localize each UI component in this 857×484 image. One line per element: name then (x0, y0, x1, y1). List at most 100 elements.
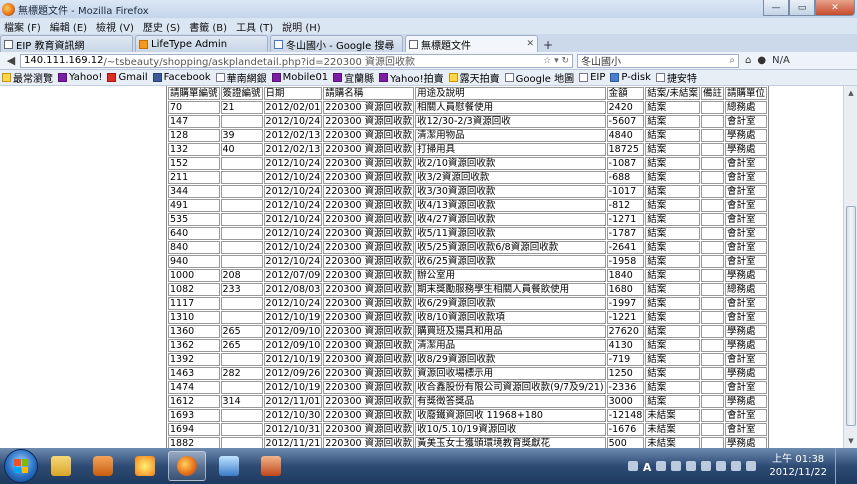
bookmark-hua-nan-bank[interactable]: 華南網銀 (215, 70, 267, 85)
input-icon[interactable] (656, 461, 667, 471)
window-controls: — ▭ ✕ (763, 0, 855, 16)
cell-voucher-number (220, 199, 263, 212)
table-row: 840 2012/10/24 220300 資源回收款 收5/25資源回收款6/8資源… (168, 241, 768, 254)
bookmark-mobile01[interactable]: Mobile01 (271, 72, 328, 83)
search-input[interactable]: 冬山國小 ⌕ (577, 53, 739, 68)
menu-help[interactable]: 說明 (H) (282, 19, 321, 34)
cell-date: 2012/09/10 (263, 325, 323, 338)
tab-google-search[interactable]: 冬山國小 - Google 搜尋 (270, 35, 403, 52)
tab-close-icon[interactable]: ✕ (526, 39, 534, 49)
display-icon[interactable] (716, 461, 727, 471)
table-row: 132 40 2012/02/13 220300 資源回收款 打掃用具 18725 結案 學務… (168, 143, 768, 156)
cell-voucher-number: 40 (220, 143, 263, 156)
back-button[interactable]: ◀ (2, 53, 20, 69)
cell-note (701, 227, 725, 240)
table-row: 1693 2012/10/30 220300 資源回收款 收廢鐵資源回收 11968+… (168, 409, 768, 422)
show-desktop-button[interactable] (835, 448, 847, 484)
menu-bookmarks[interactable]: 書籤 (B) (189, 19, 227, 34)
bookmark-p-disk[interactable]: P-disk (610, 72, 651, 83)
vertical-scrollbar[interactable]: ▲ ▼ (843, 86, 857, 448)
scroll-thumb[interactable] (846, 206, 856, 426)
navigation-bar: ◀ 140.111.169.12 /~tsbeauty/shopping/ask… (0, 52, 857, 70)
cell-note (701, 339, 725, 352)
bookmark-eip[interactable]: EIP (579, 72, 605, 83)
bookmark-yahoo-auction[interactable]: Yahoo!拍賣 (379, 70, 444, 85)
clock[interactable]: 上午 01:38 2012/11/22 (769, 453, 827, 479)
taskbar-explorer[interactable] (42, 451, 80, 481)
url-bar[interactable]: 140.111.169.12 /~tsbeauty/shopping/askpl… (20, 53, 573, 68)
tab-lifetype[interactable]: LifeType Admin (135, 35, 268, 52)
scroll-up-arrow-icon[interactable]: ▲ (845, 87, 857, 99)
tab-eip[interactable]: EIP 教育資訊網 (0, 35, 133, 52)
scroll-down-arrow-icon[interactable]: ▼ (845, 435, 857, 447)
new-tab-button[interactable]: + (540, 37, 556, 52)
cell-status: 結案 (645, 367, 700, 380)
bookmark-yilan[interactable]: 宜蘭縣 (333, 70, 374, 85)
cell-description: 購買班及揚具和用品 (415, 325, 606, 338)
menu-view[interactable]: 檢視 (V) (96, 19, 134, 34)
menu-file[interactable]: 檔案 (F) (4, 19, 41, 34)
cell-voucher-number (220, 241, 263, 254)
cell-description: 收5/25資源回收款6/8資源回收款 (415, 241, 606, 254)
cell-date: 2012/11/01 (263, 395, 323, 408)
column-header: 請購名稱 (323, 87, 415, 100)
menu-tools[interactable]: 工具 (T) (236, 19, 273, 34)
cell-description: 收12/30-2/3資源回收 (415, 115, 606, 128)
tab-bar: EIP 教育資訊網 LifeType Admin 冬山國小 - Google 搜… (0, 34, 857, 52)
bookmark-facebook[interactable]: Facebook (152, 72, 211, 83)
settings-icon[interactable] (671, 461, 682, 471)
network-icon[interactable] (731, 461, 742, 471)
cell-order-number: 1310 (168, 311, 220, 324)
reload-icon[interactable]: ☆ ▾ ↻ (543, 56, 569, 66)
ime-mode-label[interactable]: A (643, 461, 652, 474)
menu-history[interactable]: 歷史 (S) (143, 19, 180, 34)
bookmark-google-maps[interactable]: Google 地圖 (504, 70, 574, 85)
cell-voucher-number (220, 381, 263, 394)
cell-amount: -688 (606, 171, 645, 184)
home-icon[interactable]: ⌂ (745, 55, 751, 66)
addon-icon[interactable]: ● (757, 55, 766, 66)
cell-amount: 4840 (606, 129, 645, 142)
search-icon[interactable]: ⌕ (729, 55, 735, 66)
menu-edit[interactable]: 編輯 (E) (50, 19, 87, 34)
taskbar-media-player[interactable] (84, 451, 122, 481)
taskbar-powerpoint[interactable] (252, 451, 290, 481)
system-tray: A 上午 01:38 2012/11/22 (627, 448, 857, 484)
ime-icon[interactable] (627, 461, 638, 471)
cell-budget-name: 220300 資源回收款 (323, 353, 415, 366)
cell-amount: 3000 (606, 395, 645, 408)
bookmark-gmail[interactable]: Gmail (107, 72, 148, 83)
flag-icon[interactable] (701, 461, 712, 471)
maximize-button[interactable]: ▭ (789, 0, 815, 16)
bookmark-giant[interactable]: 捷安特 (655, 70, 697, 85)
firefox-icon (177, 456, 197, 476)
start-button[interactable] (4, 449, 38, 483)
cell-voucher-number (220, 171, 263, 184)
taskbar-app[interactable] (126, 451, 164, 481)
cell-status: 結案 (645, 157, 700, 170)
bookmark-ruten[interactable]: 露天拍賣 (448, 70, 500, 85)
cell-order-number: 840 (168, 241, 220, 254)
cell-description: 收8/29資源回收款 (415, 353, 606, 366)
cell-amount: -719 (606, 353, 645, 366)
close-button[interactable]: ✕ (815, 0, 855, 16)
arrow-icon[interactable] (686, 461, 697, 471)
cell-order-number: 1882 (168, 437, 220, 448)
bookmark-yahoo[interactable]: Yahoo! (58, 72, 102, 83)
cell-department: 學務處 (725, 367, 768, 380)
page-icon (215, 73, 225, 82)
taskbar-app-2[interactable] (210, 451, 248, 481)
tab-untitled[interactable]: 無標題文件 ✕ (405, 35, 538, 52)
minimize-button[interactable]: — (763, 0, 789, 16)
bookmark-label: EIP (590, 72, 606, 83)
cell-date: 2012/10/24 (263, 227, 323, 240)
table-row: 152 2012/10/24 220300 資源回收款 收2/10資源回收款 -1087… (168, 157, 768, 170)
cell-description: 黃美玉女士獲頒環境教育獎獻花 (415, 437, 606, 448)
cell-department: 會計室 (725, 423, 768, 436)
bookmark-most-visited[interactable]: 最常瀏覽 (2, 70, 53, 85)
cell-description: 收8/10資源回收款項 (415, 311, 606, 324)
taskbar-firefox[interactable] (168, 451, 206, 481)
cell-voucher-number (220, 297, 263, 310)
cell-status: 未結案 (645, 409, 700, 422)
volume-icon[interactable] (746, 461, 757, 471)
